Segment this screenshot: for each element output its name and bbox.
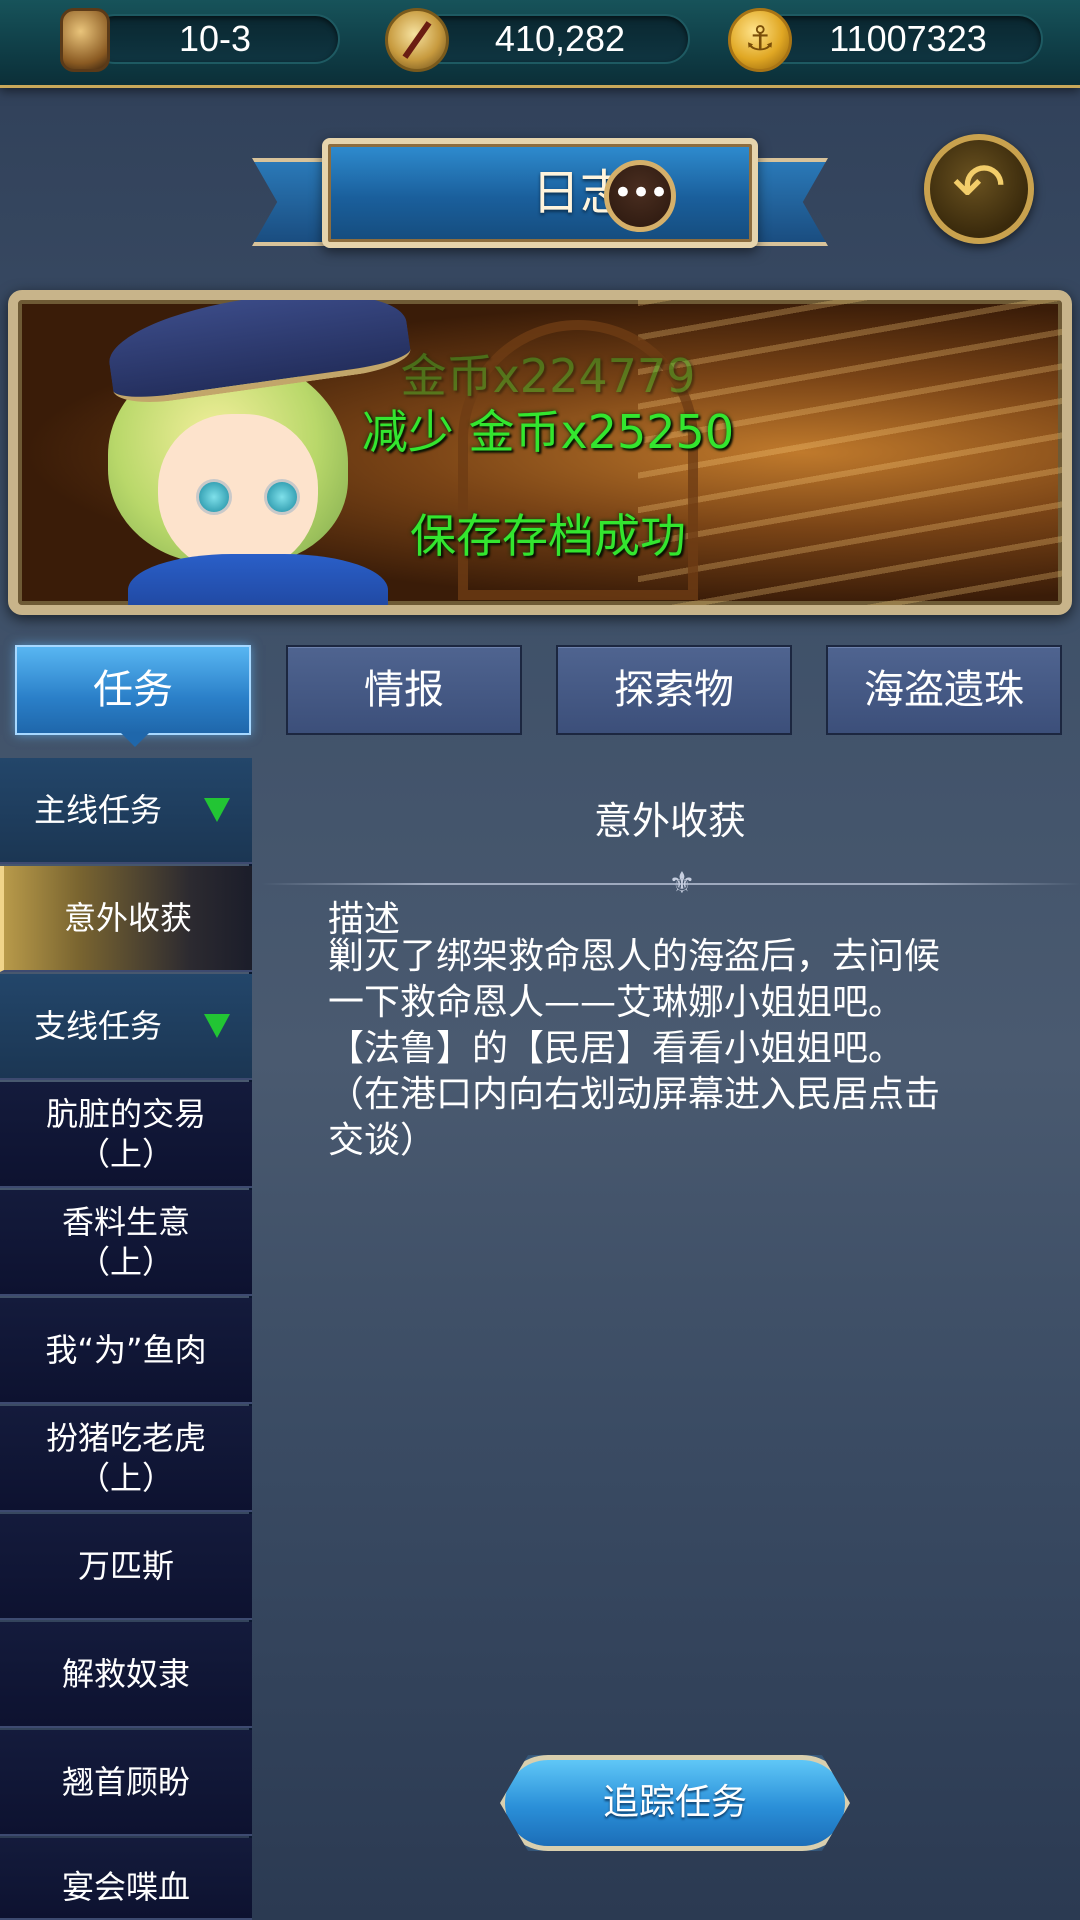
list-item-label: 翘首顾盼 (61, 1763, 190, 1801)
list-item[interactable]: 万匹斯 (0, 1514, 252, 1620)
compass-icon (385, 8, 449, 72)
back-button[interactable]: ↶ (924, 134, 1034, 244)
track-quest-button[interactable]: 追踪任务 (500, 1755, 850, 1851)
list-item-label: 主线任务 (34, 791, 163, 829)
main-quest-category[interactable]: 主线任务 (0, 758, 252, 864)
level-value: 10-3 (178, 18, 252, 59)
list-item-label: 肮脏的交易 （上） (45, 1095, 206, 1173)
page-title: 日志 (531, 165, 628, 221)
list-item-label: 解救奴隶 (61, 1655, 190, 1693)
resource-bar: 10-3 410,282 11007323 ⚓ (0, 0, 1080, 88)
list-item[interactable]: 肮脏的交易 （上） (0, 1082, 252, 1188)
save-success-notice: 保存存档成功 (410, 509, 686, 563)
list-item-label: 意外收获 (63, 899, 192, 937)
compass-display: 410,282 (385, 8, 695, 72)
title-banner: 日志 ••• (322, 138, 758, 248)
side-quest-category[interactable]: 支线任务 (0, 974, 252, 1080)
list-item-selected[interactable]: 意外收获 (0, 866, 252, 972)
list-item-label: 扮猪吃老虎 （上） (45, 1419, 206, 1497)
tab-exploration[interactable]: 探索物 (556, 645, 792, 735)
gold-decrease-notice: 减少 金币x25250 (361, 405, 735, 459)
tab-intel[interactable]: 情报 (286, 645, 522, 735)
list-item-label: 我“为”鱼肉 (45, 1331, 207, 1369)
list-item[interactable]: 香料生意 （上） (0, 1190, 252, 1296)
description-line: 一下救命恩人——艾琳娜小姐姐吧。 (328, 982, 905, 1023)
expand-triangle-icon (204, 798, 230, 822)
task-list: 主线任务 意外收获 支线任务 肮脏的交易 （上） 香料生意 （上） 我“为”鱼肉… (0, 758, 252, 1920)
expand-triangle-icon (204, 1014, 230, 1038)
list-item-label: 支线任务 (34, 1007, 163, 1045)
level-display: 10-3 (60, 8, 350, 72)
task-detail-title: 意外收获 (593, 799, 746, 843)
description-line: （在港口内向右划动屏幕进入民居点击 (328, 1074, 941, 1115)
description-line: 【法鲁】的【民居】看看小姐姐吧。 (328, 1028, 905, 1069)
chat-bubble-icon[interactable]: ••• (604, 160, 676, 232)
scene-panel: 金币x224779 减少 金币x25250 保存存档成功 (8, 290, 1072, 615)
list-item-label: 香料生意 （上） (61, 1203, 190, 1281)
list-item-label: 宴会喋血 (61, 1868, 190, 1906)
anchor-coin-icon: ⚓ (728, 8, 792, 72)
description-body: 剿灭了绑架救命恩人的海盗后，去问候 一下救命恩人——艾琳娜小姐姐吧。 【法鲁】的… (328, 934, 1018, 1164)
gold-value: 11007323 (829, 18, 987, 59)
tab-tasks[interactable]: 任务 (15, 645, 251, 747)
description-line: 剿灭了绑架救命恩人的海盗后，去问候 (328, 936, 941, 977)
list-item[interactable]: 解救奴隶 (0, 1622, 252, 1728)
gold-display: 11007323 ⚓ (728, 8, 1048, 72)
list-item[interactable]: 宴会喋血 (0, 1838, 252, 1920)
hourglass-icon (60, 8, 110, 72)
description-line: 交谈） (328, 1120, 437, 1161)
list-item[interactable]: 翘首顾盼 (0, 1730, 252, 1836)
list-item[interactable]: 我“为”鱼肉 (0, 1298, 252, 1404)
tab-pirate-treasure[interactable]: 海盗遗珠 (826, 645, 1062, 735)
list-item-label: 万匹斯 (77, 1547, 174, 1585)
list-item[interactable]: 扮猪吃老虎 （上） (0, 1406, 252, 1512)
compass-value: 410,282 (494, 18, 626, 59)
fleur-ornament-icon: ⚜ (668, 866, 696, 901)
